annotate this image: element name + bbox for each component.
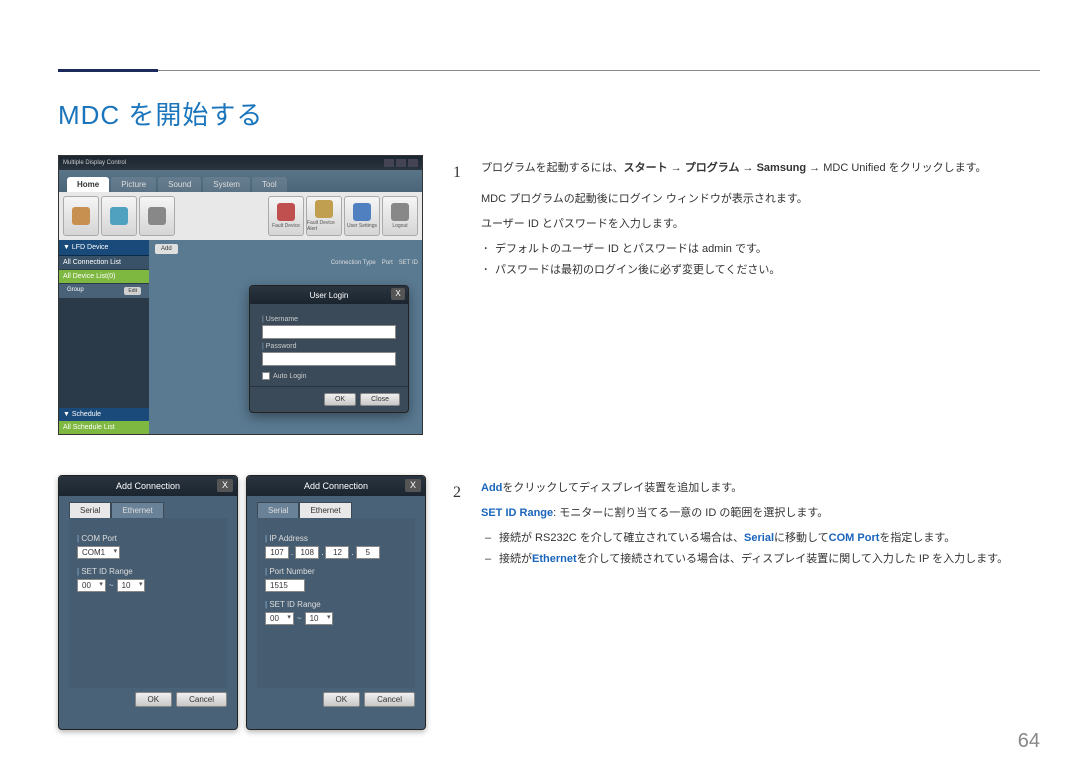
toolbar: Fault Device Fault Device Alert User Set… bbox=[59, 192, 422, 240]
auto-login-checkbox[interactable]: Auto Login bbox=[262, 372, 396, 380]
page-number: 64 bbox=[1018, 730, 1040, 753]
sidebar-item-schedule-list[interactable]: All Schedule List bbox=[59, 421, 149, 434]
ok-button[interactable]: OK bbox=[323, 692, 361, 707]
sidebar: ▼ LFD Device All Connection List All Dev… bbox=[59, 240, 149, 434]
tab-home[interactable]: Home bbox=[67, 177, 109, 192]
add-connection-dialog-serial: Add Connection X Serial Ethernet COM Por… bbox=[58, 475, 238, 730]
instructions-step-1: 1 プログラムを起動するには、スタート → プログラム → Samsung → … bbox=[453, 158, 1040, 292]
step-number-1: 1 bbox=[453, 158, 467, 280]
ip-address-label: IP Address bbox=[265, 534, 407, 543]
dialog-close-icon[interactable]: X bbox=[217, 479, 233, 492]
tool-volume[interactable] bbox=[139, 196, 175, 236]
window-title: Multiple Display Control bbox=[63, 160, 126, 166]
minimize-icon[interactable] bbox=[384, 159, 394, 167]
tool-fault-device[interactable]: Fault Device bbox=[268, 196, 304, 236]
tab-serial[interactable]: Serial bbox=[69, 502, 111, 518]
step1-line2: MDC プログラムの起動後にログイン ウィンドウが表示されます。 bbox=[481, 189, 1040, 210]
sidebar-item-all-connection[interactable]: All Connection List bbox=[59, 256, 149, 270]
sidebar-header-schedule[interactable]: ▼ Schedule bbox=[59, 408, 149, 421]
window-titlebar: Multiple Display Control bbox=[59, 156, 422, 170]
set-id-range-label: SET ID Range bbox=[265, 600, 407, 609]
sidebar-group-row: Group Edit bbox=[59, 284, 149, 298]
step2-dash2: 接続がEthernetを介して接続されている場合は、ディスプレイ装置に関して入力… bbox=[481, 549, 1040, 570]
username-label: Username bbox=[262, 316, 396, 323]
window-controls bbox=[384, 159, 418, 167]
username-input[interactable] bbox=[262, 325, 396, 339]
step1-bullet2: パスワードは最初のログイン後に必ず変更してください。 bbox=[481, 260, 1040, 281]
tab-tool[interactable]: Tool bbox=[252, 177, 287, 192]
range-from-select[interactable]: 00 bbox=[77, 579, 106, 592]
step2-line1: Addをクリックしてディスプレイ装置を追加します。 bbox=[481, 478, 1040, 499]
mdc-main-window: Multiple Display Control Home Picture So… bbox=[58, 155, 423, 435]
cancel-button[interactable]: Cancel bbox=[364, 692, 415, 707]
password-input[interactable] bbox=[262, 352, 396, 366]
volume-icon bbox=[148, 207, 166, 225]
close-icon[interactable] bbox=[408, 159, 418, 167]
step2-dash1: 接続が RS232C を介して確立されている場合は、Serialに移動してCOM… bbox=[481, 528, 1040, 549]
user-icon bbox=[353, 203, 371, 221]
tool-logout[interactable]: Logout bbox=[382, 196, 418, 236]
tab-serial[interactable]: Serial bbox=[257, 502, 299, 518]
step1-line1: プログラムを起動するには、スタート → プログラム → Samsung → MD… bbox=[481, 158, 1040, 179]
sidebar-group-label: Group bbox=[67, 287, 84, 295]
sidebar-edit-button[interactable]: Edit bbox=[124, 287, 141, 295]
add-button[interactable]: Add bbox=[155, 244, 178, 254]
tool-input[interactable] bbox=[101, 196, 137, 236]
range-from-select[interactable]: 00 bbox=[265, 612, 294, 625]
main-tabs: Home Picture Sound System Tool bbox=[59, 170, 422, 192]
step-number-2: 2 bbox=[453, 478, 467, 570]
step1-bullet1: デフォルトのユーザー ID とパスワードは admin です。 bbox=[481, 239, 1040, 260]
login-ok-button[interactable]: OK bbox=[324, 393, 356, 406]
top-rule bbox=[58, 70, 1040, 71]
tool-power[interactable] bbox=[63, 196, 99, 236]
password-label: Password bbox=[262, 343, 396, 350]
tab-ethernet[interactable]: Ethernet bbox=[299, 502, 351, 518]
range-separator: ~ bbox=[297, 614, 302, 623]
step2-line2: SET ID Range: モニターに割り当てる一意の ID の範囲を選択します… bbox=[481, 503, 1040, 524]
login-close-button[interactable]: Close bbox=[360, 393, 400, 406]
fault-icon bbox=[277, 203, 295, 221]
dialog-title: User Login X bbox=[250, 286, 408, 304]
instructions-step-2: 2 Addをクリックしてディスプレイ装置を追加します。 SET ID Range… bbox=[453, 478, 1040, 582]
tool-fault-alert[interactable]: Fault Device Alert bbox=[306, 196, 342, 236]
power-icon bbox=[72, 207, 90, 225]
column-headers: Connection Type Port SET ID bbox=[331, 260, 418, 266]
ok-button[interactable]: OK bbox=[135, 692, 173, 707]
tool-user-settings[interactable]: User Settings bbox=[344, 196, 380, 236]
add-connection-dialog-ethernet: Add Connection X Serial Ethernet IP Addr… bbox=[246, 475, 426, 730]
user-login-dialog: User Login X Username Password Auto Logi… bbox=[249, 285, 409, 413]
dialog-close-icon[interactable]: X bbox=[391, 288, 405, 300]
sidebar-header-lfd[interactable]: ▼ LFD Device bbox=[59, 240, 149, 256]
maximize-icon[interactable] bbox=[396, 159, 406, 167]
port-number-label: Port Number bbox=[265, 567, 407, 576]
port-number-input[interactable]: 1515 bbox=[265, 579, 305, 592]
ip-address-input[interactable]: 107. 108. 12. 5 bbox=[265, 546, 407, 559]
top-rule-accent bbox=[58, 69, 158, 72]
range-separator: ~ bbox=[109, 581, 114, 590]
tab-ethernet[interactable]: Ethernet bbox=[111, 502, 163, 518]
dialog-close-icon[interactable]: X bbox=[405, 479, 421, 492]
range-to-select[interactable]: 10 bbox=[117, 579, 146, 592]
set-id-range-label: SET ID Range bbox=[77, 567, 219, 576]
step1-line3: ユーザー ID とパスワードを入力します。 bbox=[481, 214, 1040, 235]
input-icon bbox=[110, 207, 128, 225]
tab-sound[interactable]: Sound bbox=[158, 177, 201, 192]
checkbox-icon bbox=[262, 372, 270, 380]
main-panel: Add Connection Type Port SET ID User Log… bbox=[149, 240, 422, 434]
logout-icon bbox=[391, 203, 409, 221]
tab-picture[interactable]: Picture bbox=[111, 177, 156, 192]
alert-icon bbox=[315, 200, 333, 218]
cancel-button[interactable]: Cancel bbox=[176, 692, 227, 707]
tab-system[interactable]: System bbox=[203, 177, 250, 192]
com-port-label: COM Port bbox=[77, 534, 219, 543]
dialog-title: Add Connection X bbox=[247, 476, 425, 496]
dialog-title: Add Connection X bbox=[59, 476, 237, 496]
page-title: MDC を開始する bbox=[58, 95, 263, 132]
range-to-select[interactable]: 10 bbox=[305, 612, 334, 625]
sidebar-item-all-device[interactable]: All Device List(0) bbox=[59, 270, 149, 284]
com-port-select[interactable]: COM1 bbox=[77, 546, 120, 559]
